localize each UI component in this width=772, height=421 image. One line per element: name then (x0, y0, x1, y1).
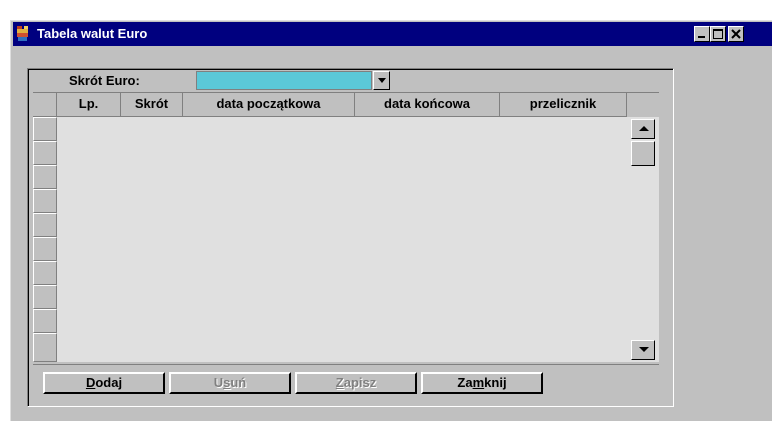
close-icon (731, 29, 741, 39)
add-button-hotkey: D (85, 375, 96, 390)
close-button[interactable] (728, 26, 744, 42)
window: Tabela walut Euro Skrót Euro: Lp. Skrót … (10, 20, 772, 421)
add-button-label-post: odaj (95, 375, 123, 390)
row-selector[interactable] (33, 333, 57, 362)
maximize-button[interactable] (710, 26, 726, 42)
column-header-lp[interactable]: Lp. (57, 93, 121, 117)
button-bar: Dodaj Usuń Zapisz Zamknij (33, 364, 659, 401)
row-selector[interactable] (33, 213, 57, 237)
row-selector[interactable] (33, 165, 57, 189)
row-selector[interactable] (33, 285, 57, 309)
save-button-hotkey: Z (335, 375, 344, 390)
arrow-down-icon[interactable] (631, 340, 655, 360)
row-selector[interactable] (33, 189, 57, 213)
filter-label: Skrót Euro: (69, 73, 140, 88)
row-selector[interactable] (33, 237, 57, 261)
euro-code-input[interactable] (196, 71, 372, 90)
save-button[interactable]: Zapisz (295, 372, 417, 394)
row-selector[interactable] (33, 261, 57, 285)
arrow-up-icon[interactable] (631, 119, 655, 139)
column-header-end-date[interactable]: data końcowa (355, 93, 500, 117)
chevron-down-icon[interactable] (373, 71, 390, 90)
delete-button-label-pre: U (213, 375, 224, 390)
delete-button-label-post: uń (230, 375, 247, 390)
add-button[interactable]: Dodaj (43, 372, 165, 394)
save-button-label-post: apisz (343, 375, 377, 390)
row-selector[interactable] (33, 309, 57, 333)
table-header: Lp. Skrót data początkowa data końcowa p… (33, 93, 659, 117)
minimize-button[interactable] (694, 26, 710, 42)
title-bar[interactable]: Tabela walut Euro (13, 22, 772, 46)
row-selector[interactable] (33, 117, 57, 141)
column-header-code[interactable]: Skrót (121, 93, 183, 117)
delete-button[interactable]: Usuń (169, 372, 291, 394)
column-header-start-date[interactable]: data początkowa (183, 93, 355, 117)
scroll-thumb[interactable] (631, 141, 655, 166)
close-window-button-label-pre: Za (457, 375, 473, 390)
close-window-button-label-post: knij (484, 375, 507, 390)
row-selector[interactable] (33, 141, 57, 165)
row-selector-header (33, 93, 57, 117)
column-header-rate[interactable]: przelicznik (500, 93, 627, 117)
window-title: Tabela walut Euro (37, 26, 148, 41)
currency-table-icon[interactable] (16, 25, 34, 43)
currency-table-panel: Skrót Euro: Lp. Skrót data początkowa da… (27, 68, 674, 407)
table-body[interactable] (33, 117, 659, 362)
close-window-button[interactable]: Zamknij (421, 372, 543, 394)
filter-row: Skrót Euro: (33, 70, 659, 93)
vertical-scrollbar[interactable] (627, 117, 659, 362)
close-window-button-hotkey: m (472, 375, 485, 390)
